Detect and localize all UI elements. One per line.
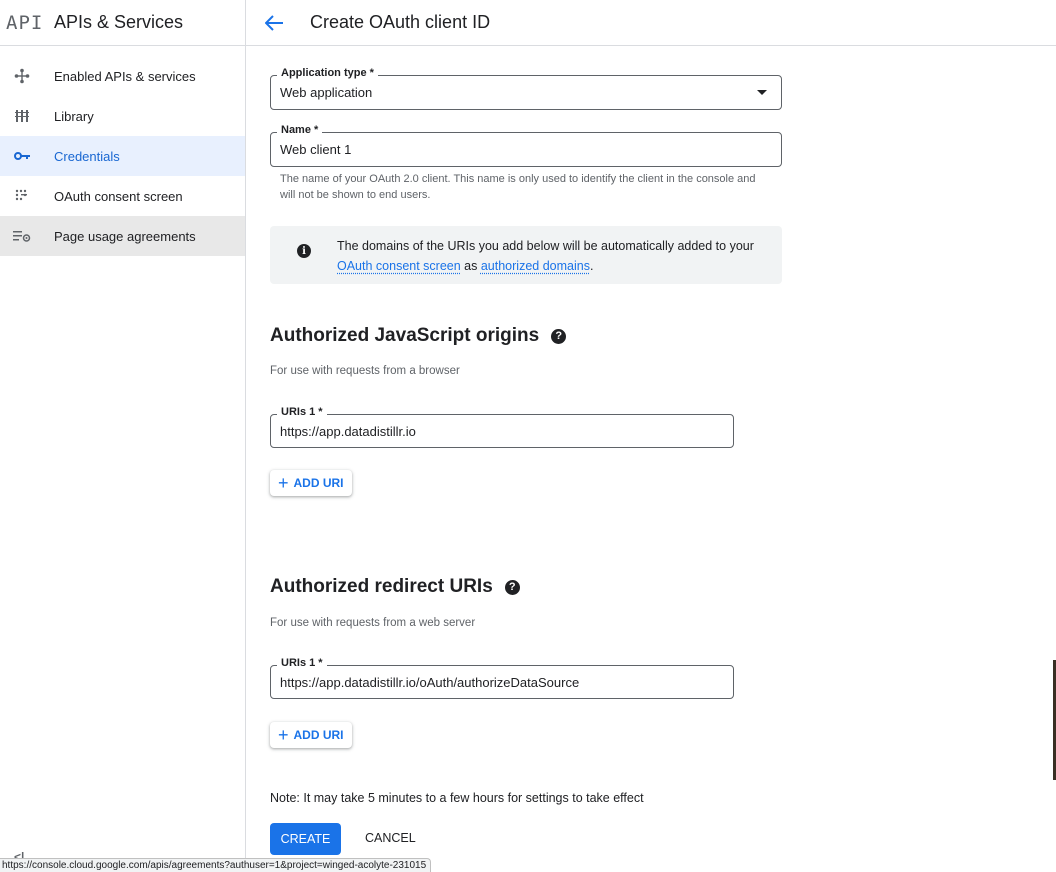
- name-helper-text: The name of your OAuth 2.0 client. This …: [280, 173, 756, 201]
- settings-note: Note: It may take 5 minutes to a few hou…: [270, 791, 644, 805]
- consent-grid-icon: [0, 189, 54, 203]
- add-redirect-uri-button[interactable]: + ADD URI: [270, 722, 352, 748]
- plus-icon: +: [278, 725, 289, 745]
- cancel-button[interactable]: CANCEL: [365, 831, 416, 845]
- info-box: i The domains of the URIs you add below …: [270, 226, 782, 284]
- redirect-uri-label: URIs 1 *: [277, 657, 327, 669]
- sidebar-item-oauth-consent[interactable]: OAuth consent screen: [0, 176, 245, 216]
- info-text-part: The domains of the URIs you add below wi…: [337, 239, 754, 253]
- key-icon: [0, 151, 54, 161]
- sidebar: API APIs & Services Enabled APIs & servi…: [0, 0, 246, 872]
- sidebar-item-credentials[interactable]: Credentials: [0, 136, 245, 176]
- info-icon: i: [297, 244, 311, 258]
- dropdown-arrow-icon: [757, 90, 767, 95]
- redirect-uri-value: https://app.datadistillr.io/oAuth/author…: [280, 674, 580, 690]
- back-arrow-icon[interactable]: [262, 14, 286, 31]
- plus-icon: +: [278, 473, 289, 493]
- redirect-uris-subtitle: For use with requests from a web server: [270, 617, 476, 629]
- js-origin-uri-label: URIs 1 *: [277, 406, 327, 418]
- sidebar-item-label: Page usage agreements: [54, 228, 196, 244]
- top-bar: Create OAuth client ID: [246, 0, 1056, 46]
- create-button[interactable]: CREATE: [270, 823, 341, 855]
- info-text: The domains of the URIs you add below wi…: [337, 236, 757, 276]
- sidebar-item-label: Library: [54, 108, 94, 124]
- redirect-uris-heading-text: Authorized redirect URIs: [270, 576, 493, 597]
- application-type-select[interactable]: Application type * Web application: [270, 67, 782, 110]
- add-uri-label: ADD URI: [293, 728, 344, 742]
- name-label: Name *: [277, 124, 323, 136]
- library-icon: [0, 109, 54, 123]
- sidebar-nav: Enabled APIs & services Library Credenti…: [0, 56, 245, 256]
- js-origin-uri-value: https://app.datadistillr.io: [280, 423, 416, 439]
- sidebar-item-enabled-apis[interactable]: Enabled APIs & services: [0, 56, 245, 96]
- redirect-uris-heading: Authorized redirect URIs ?: [270, 576, 520, 598]
- settings-list-icon: [0, 229, 54, 243]
- add-js-origin-button[interactable]: + ADD URI: [270, 470, 352, 496]
- authorized-domains-link[interactable]: authorized domains: [481, 259, 590, 273]
- move-arrows-icon: [0, 68, 54, 84]
- help-icon[interactable]: ?: [504, 579, 520, 595]
- application-type-label: Application type *: [277, 67, 378, 79]
- info-text-part: .: [589, 259, 594, 273]
- add-uri-label: ADD URI: [293, 476, 344, 490]
- api-logo: API: [6, 11, 44, 34]
- js-origins-heading-text: Authorized JavaScript origins: [270, 325, 540, 346]
- status-bar-url: https://console.cloud.google.com/apis/ag…: [0, 858, 432, 872]
- page-title: Create OAuth client ID: [310, 12, 491, 32]
- application-type-value: Web application: [280, 85, 373, 100]
- sidebar-item-page-usage[interactable]: Page usage agreements: [0, 216, 245, 256]
- js-origin-uri-input[interactable]: URIs 1 * https://app.datadistillr.io: [270, 406, 734, 448]
- oauth-consent-screen-link[interactable]: OAuth consent screen: [337, 259, 461, 273]
- sidebar-item-label: OAuth consent screen: [54, 188, 183, 204]
- js-origins-subtitle: For use with requests from a browser: [270, 365, 460, 377]
- sidebar-title: APIs & Services: [54, 12, 184, 32]
- name-value: Web client 1: [280, 142, 352, 157]
- sidebar-item-library[interactable]: Library: [0, 96, 245, 136]
- name-input[interactable]: Name * Web client 1: [270, 124, 782, 167]
- js-origins-heading: Authorized JavaScript origins ?: [270, 325, 567, 347]
- sidebar-header: API APIs & Services: [0, 0, 245, 46]
- sidebar-item-label: Credentials: [54, 148, 120, 164]
- help-icon[interactable]: ?: [551, 328, 567, 344]
- redirect-uri-input[interactable]: URIs 1 * https://app.datadistillr.io/oAu…: [270, 657, 734, 699]
- sidebar-item-label: Enabled APIs & services: [54, 68, 196, 84]
- info-text-part: as: [460, 259, 481, 273]
